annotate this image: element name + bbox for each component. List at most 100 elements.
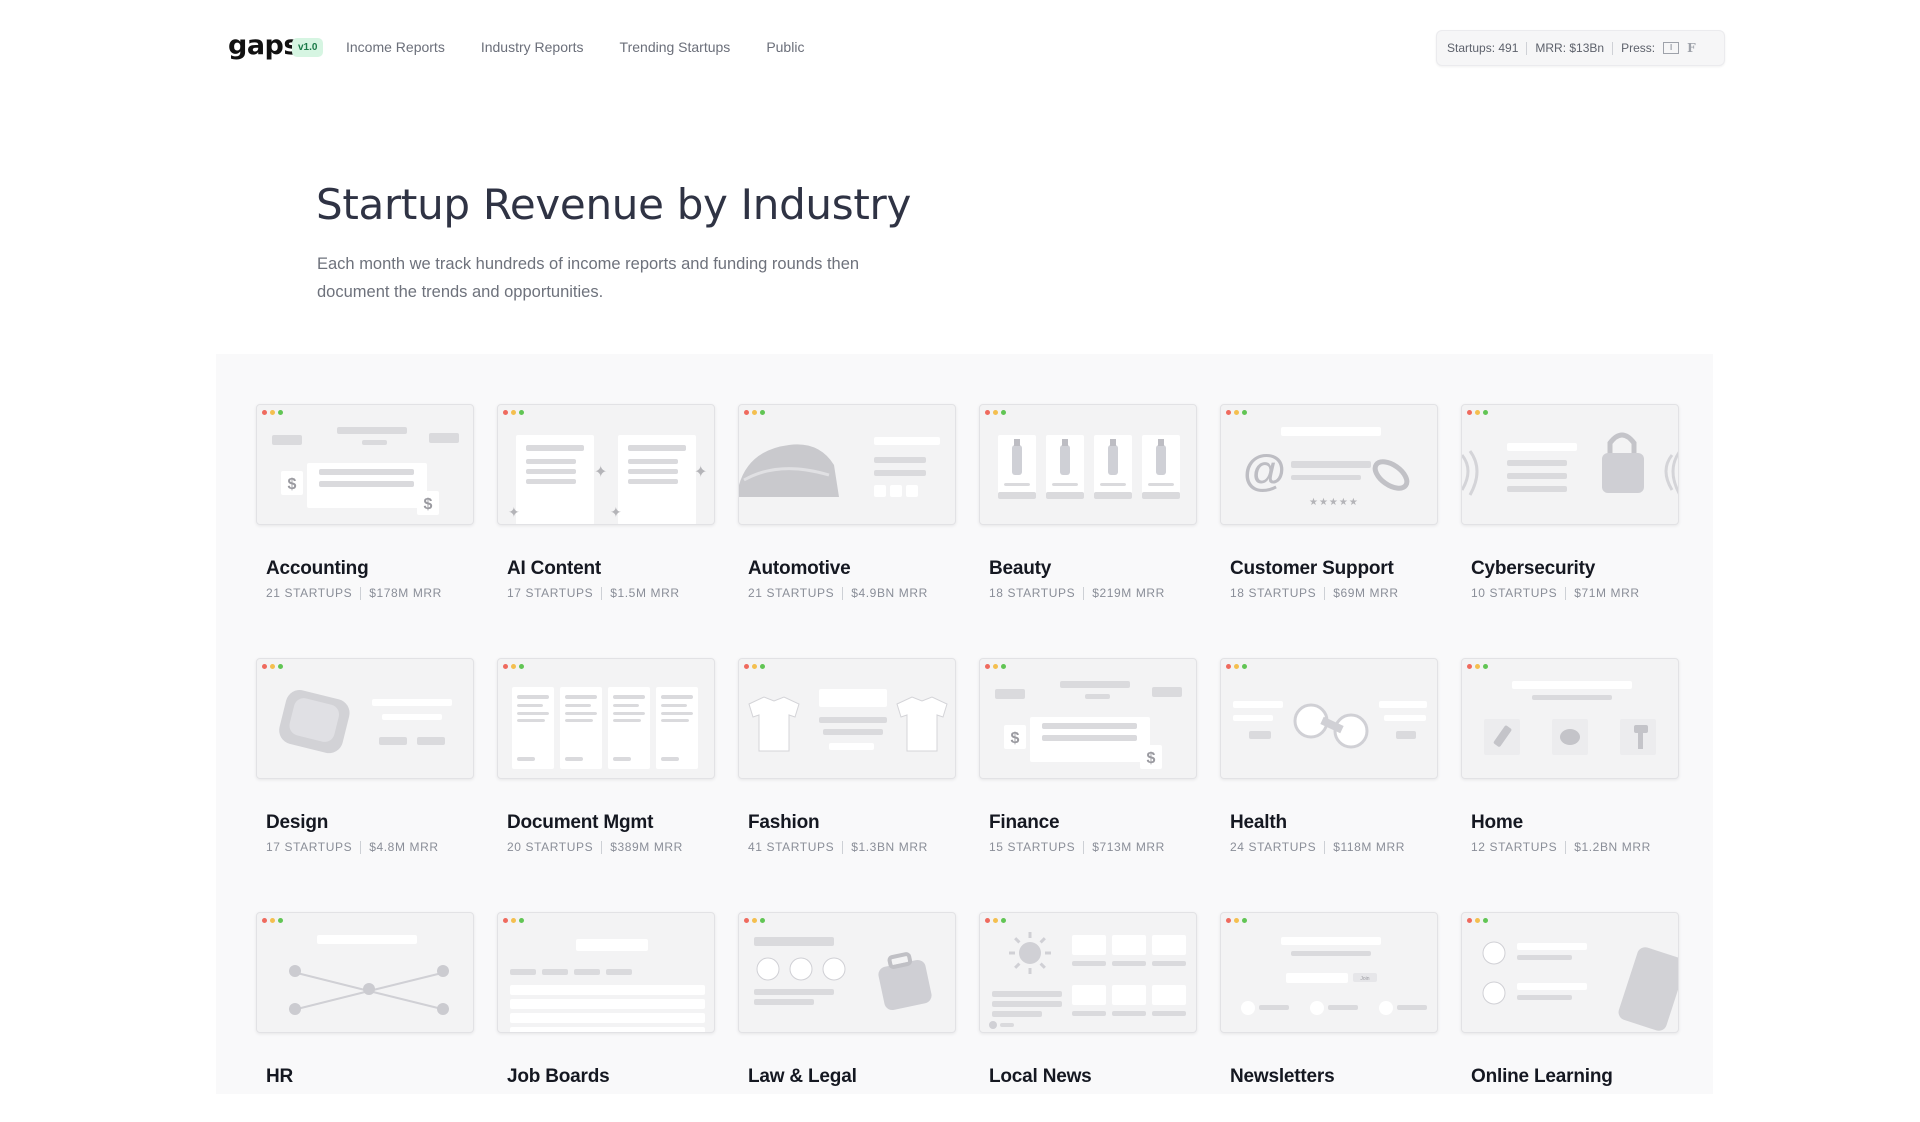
nav-industry-reports[interactable]: Industry Reports <box>481 39 584 55</box>
industry-thumbnail[interactable] <box>738 912 956 1033</box>
nav-income-reports[interactable]: Income Reports <box>346 39 445 55</box>
industry-name[interactable]: Home <box>1471 812 1523 834</box>
mrr-value: $1.2BN MRR <box>1574 840 1651 854</box>
shirt-icons <box>748 689 948 752</box>
industry-card-home[interactable]: Home 12 STARTUPS $1.2BN MRR <box>1461 658 1679 868</box>
industry-name[interactable]: Accounting <box>266 558 369 580</box>
industry-thumbnail[interactable] <box>1461 912 1679 1033</box>
industry-thumbnail[interactable] <box>256 912 474 1033</box>
industry-thumbnail[interactable]: $ $ <box>256 404 474 525</box>
divider <box>1083 586 1085 600</box>
divider <box>842 586 844 600</box>
svg-text:@: @ <box>1243 446 1286 495</box>
industry-card-cybersecurity[interactable]: Cybersecurity 10 STARTUPS $71M MRR <box>1461 404 1679 614</box>
divider <box>842 840 844 854</box>
industry-thumbnail[interactable]: ✦ ✦ ✦ ✦ <box>497 404 715 525</box>
bottle-icons <box>998 435 1180 499</box>
industry-name[interactable]: Customer Support <box>1230 558 1394 580</box>
briefcase-icon <box>754 937 932 1011</box>
industry-card-ai-content[interactable]: ✦ ✦ ✦ ✦ AI Content 17 STARTUPS $1.5M MRR <box>497 404 715 614</box>
industry-stats: 17 STARTUPS $1.5M MRR <box>507 586 680 600</box>
svg-text:$: $ <box>288 476 297 493</box>
industry-name[interactable]: Health <box>1230 812 1287 834</box>
startup-count: 18 STARTUPS <box>1230 586 1317 600</box>
industry-card-document-mgmt[interactable]: Document Mgmt 20 STARTUPS $389M MRR <box>497 658 715 868</box>
industry-card-local-news[interactable]: Local News <box>979 912 1197 1122</box>
industry-name[interactable]: Newsletters <box>1230 1066 1335 1088</box>
industry-thumbnail[interactable] <box>1220 658 1438 779</box>
industry-thumbnail[interactable] <box>497 912 715 1033</box>
mrr-value: $71M MRR <box>1574 586 1640 600</box>
newsletter-icon: Join <box>1241 937 1427 1015</box>
industry-card-online-learning[interactable]: Online Learning <box>1461 912 1679 1122</box>
industry-thumbnail[interactable] <box>979 912 1197 1033</box>
industry-stats: 18 STARTUPS $219M MRR <box>989 586 1165 600</box>
industry-name[interactable]: Fashion <box>748 812 820 834</box>
industry-card-beauty[interactable]: Beauty 18 STARTUPS $219M MRR <box>979 404 1197 614</box>
mrr-value: $713M MRR <box>1092 840 1165 854</box>
divider <box>1083 840 1085 854</box>
industry-card-design[interactable]: Design 17 STARTUPS $4.8M MRR <box>256 658 474 868</box>
nav-public[interactable]: Public <box>766 39 804 55</box>
industry-card-law-and-legal[interactable]: Law & Legal <box>738 912 956 1122</box>
dumbbell-icon <box>1233 701 1427 749</box>
mrr-value: $69M MRR <box>1333 586 1399 600</box>
industry-thumbnail[interactable] <box>738 404 956 525</box>
main-nav: Income Reports Industry Reports Trending… <box>346 39 840 55</box>
industry-thumbnail[interactable] <box>1461 658 1679 779</box>
industry-thumbnail[interactable] <box>979 404 1197 525</box>
industry-thumbnail[interactable] <box>497 658 715 779</box>
tools-icons <box>1484 681 1656 755</box>
gaps-logo[interactable]: gaps <box>228 30 299 61</box>
industry-thumbnail[interactable]: $ $ <box>979 658 1197 779</box>
industry-name[interactable]: Law & Legal <box>748 1066 857 1088</box>
industry-card-automotive[interactable]: Automotive 21 STARTUPS $4.9BN MRR <box>738 404 956 614</box>
industry-card-newsletters[interactable]: Join Newsletters <box>1220 912 1438 1122</box>
industry-name[interactable]: Online Learning <box>1471 1066 1613 1088</box>
industry-card-job-boards[interactable]: Job Boards <box>497 912 715 1122</box>
startup-count: 41 STARTUPS <box>748 840 835 854</box>
industry-thumbnail[interactable]: @ ★★★★★ <box>1220 404 1438 525</box>
industry-name[interactable]: Document Mgmt <box>507 812 653 834</box>
mrr-value: $4.9BN MRR <box>851 586 928 600</box>
industry-name[interactable]: Local News <box>989 1066 1092 1088</box>
svg-text:$: $ <box>1011 730 1020 747</box>
industry-thumbnail[interactable] <box>1461 404 1679 525</box>
dollar-icons: $$ <box>272 427 459 515</box>
industry-name[interactable]: Cybersecurity <box>1471 558 1595 580</box>
industry-thumbnail[interactable]: Join <box>1220 912 1438 1033</box>
industry-stats: 17 STARTUPS $4.8M MRR <box>266 840 439 854</box>
nav-trending-startups[interactable]: Trending Startups <box>620 39 731 55</box>
industry-name[interactable]: Beauty <box>989 558 1051 580</box>
car-icon <box>739 437 940 497</box>
divider <box>601 586 603 600</box>
press-logo-icon[interactable]: I <box>1663 42 1680 54</box>
ruler-icon <box>279 690 452 754</box>
industry-card-fashion[interactable]: Fashion 41 STARTUPS $1.3BN MRR <box>738 658 956 868</box>
industry-card-customer-support[interactable]: @ ★★★★★ Customer Support 18 STARTUPS $69M MR… <box>1220 404 1438 614</box>
industry-thumbnail[interactable] <box>738 658 956 779</box>
industry-name[interactable]: HR <box>266 1066 293 1088</box>
industry-card-accounting[interactable]: $ $ Accounting 21 STARTUPS $178M MRR <box>256 404 474 614</box>
industry-name[interactable]: Finance <box>989 812 1060 834</box>
industry-card-hr[interactable]: HR <box>256 912 474 1122</box>
startup-count: 17 STARTUPS <box>266 840 353 854</box>
industry-name[interactable]: Job Boards <box>507 1066 610 1088</box>
industry-name[interactable]: Design <box>266 812 328 834</box>
press-logo-icon[interactable]: F <box>1687 41 1696 55</box>
industry-thumbnail[interactable] <box>256 658 474 779</box>
startup-count: 20 STARTUPS <box>507 840 594 854</box>
svg-text:✦: ✦ <box>508 504 520 520</box>
industry-card-finance[interactable]: $ $ Finance 15 STARTUPS $713M MRR <box>979 658 1197 868</box>
industry-name[interactable]: Automotive <box>748 558 851 580</box>
sun-icon <box>989 932 1186 1029</box>
industry-grid: $ $ Accounting 21 STARTUPS $178M MRR ✦ ✦ ✦ ✦ AI C… <box>216 354 1713 1094</box>
startup-count: 10 STARTUPS <box>1471 586 1558 600</box>
stats-summary: Startups: 491 MRR: $13Bn Press: I F <box>1436 30 1725 66</box>
sparkle-icons: ✦ ✦ ✦ ✦ <box>508 435 707 524</box>
divider <box>360 586 362 600</box>
industry-card-health[interactable]: Health 24 STARTUPS $118M MRR <box>1220 658 1438 868</box>
industry-name[interactable]: AI Content <box>507 558 601 580</box>
mrr-value: $118M MRR <box>1333 840 1406 854</box>
svg-text:$: $ <box>1147 750 1156 767</box>
